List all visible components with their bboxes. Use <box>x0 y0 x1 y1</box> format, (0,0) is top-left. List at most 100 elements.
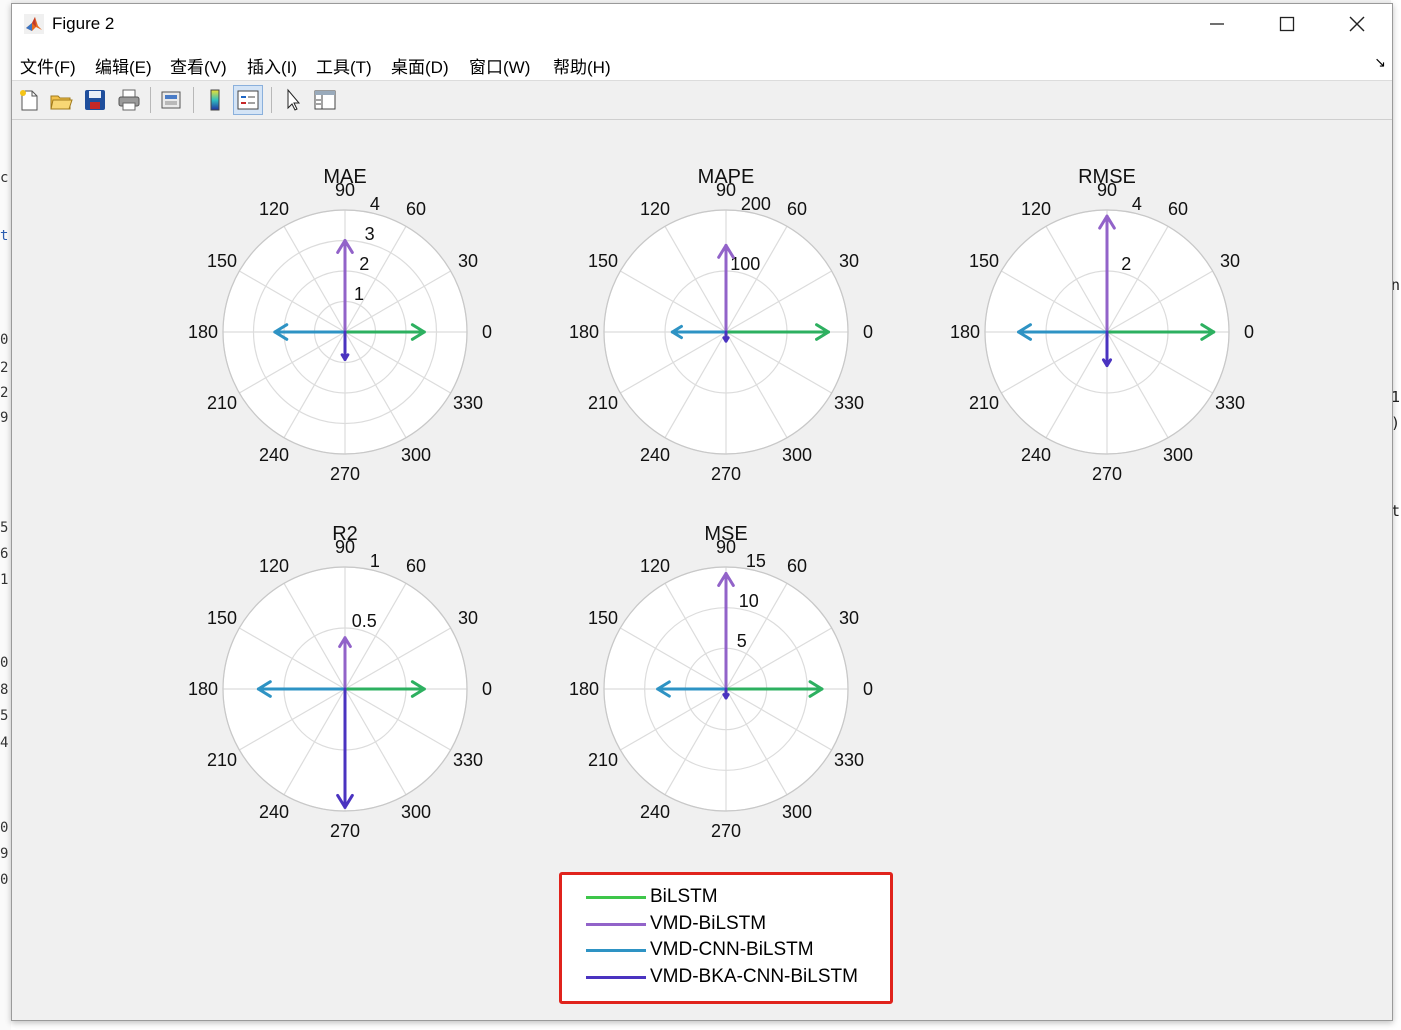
angle-tick-label: 300 <box>401 445 431 465</box>
angle-tick-label: 240 <box>640 802 670 822</box>
menu-view[interactable]: 查看(V) <box>170 53 227 78</box>
angle-tick-label: 120 <box>259 556 289 576</box>
angle-tick-label: 30 <box>1220 251 1240 271</box>
legend-label: VMD-BKA-CNN-BiLSTM <box>650 966 858 987</box>
angle-tick-label: 60 <box>406 556 426 576</box>
dock-arrow-icon[interactable]: ↘ <box>1374 54 1386 71</box>
chart-title: MAPE <box>698 166 755 188</box>
colorbar-icon <box>210 89 220 111</box>
angle-tick-label: 300 <box>782 445 812 465</box>
angle-tick-label: 0 <box>482 322 492 342</box>
angle-tick-label: 120 <box>640 556 670 576</box>
angle-tick-label: 30 <box>458 608 478 628</box>
angle-tick-label: 0 <box>482 679 492 699</box>
arrow-vmd-bka-cnn-bilstm <box>722 687 730 700</box>
angle-tick-label: 210 <box>207 393 237 413</box>
figure-toolbar <box>12 81 1392 120</box>
open-file-icon <box>50 95 73 110</box>
maximize-button[interactable] <box>1257 8 1317 40</box>
title-bar: Figure 2 <box>12 4 1392 44</box>
angle-tick-label: 330 <box>453 750 483 770</box>
angle-tick-label: 330 <box>453 393 483 413</box>
angle-tick-label: 180 <box>569 679 599 699</box>
angle-tick-label: 210 <box>588 750 618 770</box>
radial-tick-label: 4 <box>370 194 380 214</box>
legend-item-vmd-bilstm: VMD-BiLSTM <box>586 912 766 936</box>
angle-tick-label: 330 <box>1215 393 1245 413</box>
angle-tick-label: 180 <box>950 322 980 342</box>
angle-tick-label: 0 <box>863 679 873 699</box>
legend-icon <box>237 90 259 110</box>
polar-plots-area: 03060901201501802102402703003301234MAE03… <box>188 166 1254 841</box>
radial-tick-label: 2 <box>1121 254 1131 274</box>
legend-swatch <box>586 975 646 979</box>
radial-tick-label: 1 <box>370 551 380 571</box>
colorbar-button[interactable] <box>200 85 230 115</box>
print-button[interactable] <box>114 85 144 115</box>
save-icon <box>85 90 105 110</box>
menu-window[interactable]: 窗口(W) <box>469 53 530 78</box>
radial-tick-label: 4 <box>1132 194 1142 214</box>
save-button[interactable] <box>80 85 110 115</box>
legend-swatch <box>586 948 646 952</box>
open-file-button[interactable] <box>46 85 76 115</box>
angle-tick-label: 240 <box>259 802 289 822</box>
pointer-button[interactable] <box>278 85 308 115</box>
angle-tick-label: 0 <box>863 322 873 342</box>
angle-tick-label: 120 <box>259 199 289 219</box>
angle-tick-label: 30 <box>458 251 478 271</box>
angle-tick-label: 210 <box>588 393 618 413</box>
polar-chart-rmse: 030609012015018021024027030033024RMSE <box>950 166 1254 484</box>
new-figure-button[interactable] <box>14 85 44 115</box>
angle-tick-label: 0 <box>1244 322 1254 342</box>
radial-tick-label: 3 <box>365 224 375 244</box>
angle-tick-label: 210 <box>207 750 237 770</box>
legend-swatch <box>586 895 646 899</box>
angle-tick-label: 270 <box>711 464 741 484</box>
menu-bar: 文件(F) 编辑(E) 查看(V) 插入(I) 工具(T) 桌面(D) 窗口(W… <box>12 44 1392 81</box>
polar-chart-mse: 030609012015018021024027030033051015MSE <box>569 523 873 841</box>
angle-tick-label: 150 <box>588 608 618 628</box>
angle-tick-label: 60 <box>1168 199 1188 219</box>
radial-tick-label: 200 <box>741 194 771 214</box>
legend-button[interactable] <box>233 85 263 115</box>
angle-tick-label: 180 <box>188 679 218 699</box>
radial-tick-label: 5 <box>737 631 747 651</box>
toolbar-separator <box>271 87 272 113</box>
menu-tools[interactable]: 工具(T) <box>316 53 372 78</box>
close-button[interactable] <box>1327 8 1387 40</box>
angle-tick-label: 300 <box>1163 445 1193 465</box>
property-inspector-button[interactable] <box>310 85 340 115</box>
angle-tick-label: 60 <box>787 199 807 219</box>
chart-title: MAE <box>323 166 366 188</box>
angle-tick-label: 240 <box>259 445 289 465</box>
menu-help[interactable]: 帮助(H) <box>553 53 611 78</box>
angle-tick-label: 270 <box>330 821 360 841</box>
legend-item-vmd-bka-cnn-bilstm: VMD-BKA-CNN-BiLSTM <box>586 965 858 989</box>
angle-tick-label: 60 <box>787 556 807 576</box>
menu-edit[interactable]: 编辑(E) <box>95 53 152 78</box>
radial-tick-label: 10 <box>739 591 759 611</box>
minimize-button[interactable] <box>1187 8 1247 40</box>
chart-title: R2 <box>332 523 358 545</box>
angle-tick-label: 180 <box>188 322 218 342</box>
print-icon <box>118 89 140 111</box>
angle-tick-label: 300 <box>782 802 812 822</box>
chart-title: MSE <box>704 523 747 545</box>
menu-file[interactable]: 文件(F) <box>20 53 76 78</box>
window-title: Figure 2 <box>52 14 115 33</box>
angle-tick-label: 240 <box>640 445 670 465</box>
angle-tick-label: 30 <box>839 251 859 271</box>
legend[interactable]: BiLSTM VMD-BiLSTM VMD-CNN-BiLSTM VMD-BKA… <box>559 872 893 1004</box>
new-figure-icon <box>20 90 38 111</box>
menu-insert[interactable]: 插入(I) <box>247 53 297 78</box>
angle-tick-label: 120 <box>640 199 670 219</box>
background-editor-left: ct 022 956 108 540 90 <box>0 0 11 1030</box>
angle-tick-label: 150 <box>969 251 999 271</box>
menu-desktop[interactable]: 桌面(D) <box>391 53 449 78</box>
angle-tick-label: 150 <box>588 251 618 271</box>
print-preview-button[interactable] <box>157 85 187 115</box>
minimize-icon <box>1210 23 1224 25</box>
maximize-icon <box>1279 16 1295 32</box>
angle-tick-label: 330 <box>834 393 864 413</box>
